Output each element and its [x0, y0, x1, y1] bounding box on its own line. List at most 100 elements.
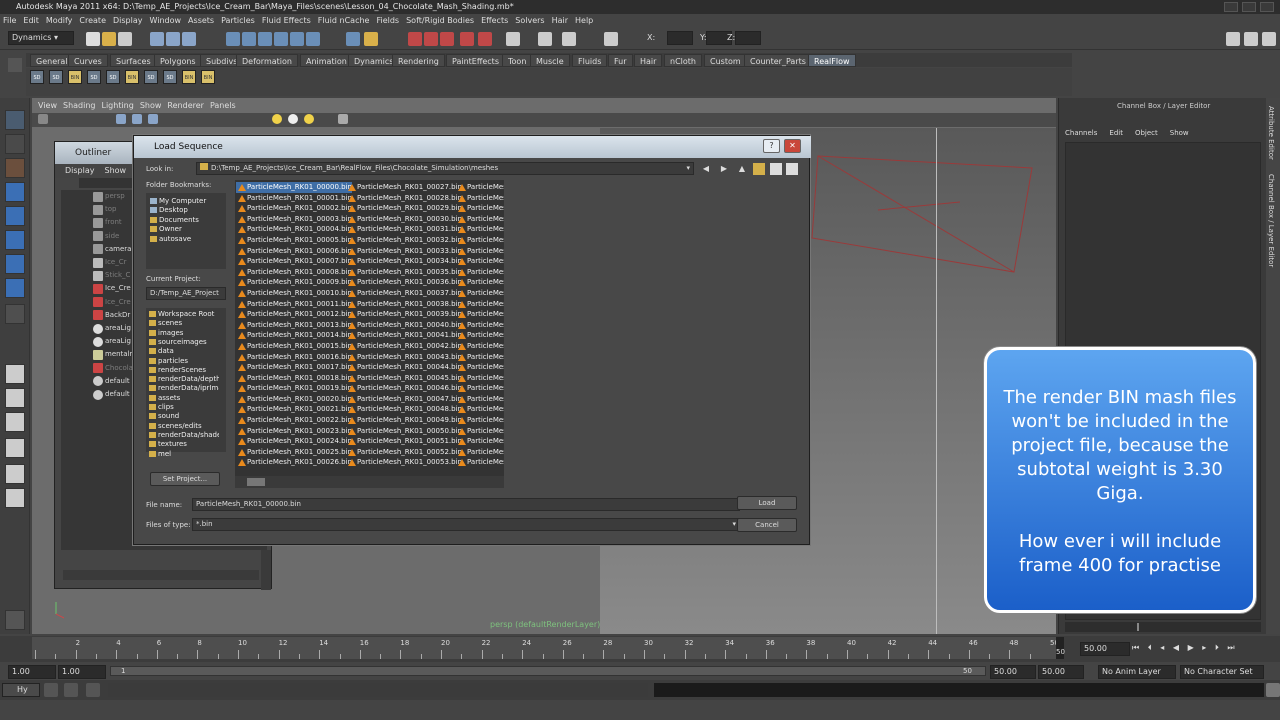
shelf-menu-icon[interactable] [8, 58, 22, 72]
shelf-tab-realflow[interactable]: RealFlow [808, 54, 856, 67]
shelf-tab-counter_parts[interactable]: Counter_Parts [744, 54, 812, 67]
menu-effects[interactable]: Effects [481, 16, 508, 25]
outliner-row[interactable]: persp [105, 190, 125, 203]
file-item[interactable]: ParticleMesh_RK01_00047.bin [346, 394, 462, 405]
file-item[interactable]: ParticleMes [456, 267, 504, 278]
file-item[interactable]: ParticleMesh_RK01_00051.bin [346, 436, 462, 447]
shelf-tab-curves[interactable]: Curves [68, 54, 108, 67]
file-item[interactable]: ParticleMesh_RK01_00009.bin [236, 277, 352, 288]
menu-fields[interactable]: Fields [376, 16, 399, 25]
file-item[interactable]: ParticleMesh_RK01_00042.bin [346, 341, 462, 352]
bookmark-item[interactable]: Desktop [150, 206, 188, 215]
file-item[interactable]: ParticleMesh_RK01_00024.bin [236, 436, 352, 447]
file-item[interactable]: ParticleMes [456, 182, 504, 193]
construction-history-icon[interactable] [306, 32, 320, 46]
project-folder-item[interactable]: sourceimages [149, 338, 219, 347]
file-item[interactable]: ParticleMesh_RK01_00034.bin [346, 256, 462, 267]
file-item[interactable]: ParticleMesh_RK01_00012.bin [236, 309, 352, 320]
file-item[interactable]: ParticleMesh_RK01_00004.bin [236, 224, 352, 235]
shelf-tab-muscle[interactable]: Muscle [530, 54, 570, 67]
file-item[interactable]: ParticleMesh_RK01_00008.bin [236, 267, 352, 278]
project-folder-item[interactable]: data [149, 347, 219, 356]
file-item[interactable]: ParticleMesh_RK01_00003.bin [236, 214, 352, 225]
select-tool-icon[interactable] [5, 110, 25, 130]
file-list-hscrollbar[interactable] [235, 476, 504, 488]
four-view-layout-icon[interactable] [5, 388, 25, 408]
file-item[interactable]: ParticleMes [456, 415, 504, 426]
single-perspective-layout-icon[interactable] [5, 364, 25, 384]
project-folder-item[interactable]: mel [149, 450, 219, 459]
shelf-tab-custom[interactable]: Custom [704, 54, 747, 67]
menu-file[interactable]: File [3, 16, 16, 25]
attribute-editor-toggle-icon[interactable] [1226, 32, 1240, 46]
forward-arrow-icon[interactable]: ▶ [718, 163, 730, 175]
select-object-icon[interactable] [166, 32, 180, 46]
file-item[interactable]: ParticleMesh_RK01_00023.bin [236, 426, 352, 437]
isolate-select-icon[interactable] [338, 114, 348, 124]
shadows-icon[interactable] [304, 114, 314, 124]
snap-point-icon[interactable] [258, 32, 272, 46]
file-item[interactable]: ParticleMesh_RK01_00035.bin [346, 267, 462, 278]
project-folder-item[interactable]: renderScenes [149, 366, 219, 375]
files-of-type-select[interactable]: *.bin ▾ [192, 518, 740, 531]
look-in-select[interactable]: D:\Temp_AE_Projects\Ice_Cream_Bar\RealFl… [196, 162, 694, 175]
play-forward-icon[interactable]: ▶ [1188, 643, 1194, 652]
textured-icon[interactable] [148, 114, 158, 124]
shelf-realflow-bin-icon[interactable]: BIN [125, 70, 139, 84]
file-name-field[interactable]: ParticleMesh_RK01_00000.bin [192, 498, 740, 511]
outliner-row[interactable]: Stick_C [105, 269, 130, 282]
file-item[interactable]: ParticleMesh_RK01_00046.bin [346, 383, 462, 394]
shelf-tab-surfaces[interactable]: Surfaces [110, 54, 157, 67]
go-to-start-icon[interactable]: ⏮ [1132, 643, 1139, 652]
outliner-row[interactable]: front [105, 216, 122, 229]
outliner-hscrollbar[interactable] [63, 570, 259, 580]
play-back-icon[interactable]: ◀ [1173, 643, 1179, 652]
file-item[interactable]: ParticleMesh_RK01_00032.bin [346, 235, 462, 246]
menu-edit[interactable]: Edit [23, 16, 39, 25]
open-scene-icon[interactable] [102, 32, 116, 46]
menu-assets[interactable]: Assets [188, 16, 214, 25]
file-item[interactable]: ParticleMes [456, 235, 504, 246]
file-item[interactable]: ParticleMesh_RK01_00037.bin [346, 288, 462, 299]
bookmark-item[interactable]: My Computer [150, 197, 206, 206]
file-item[interactable]: ParticleMesh_RK01_00026.bin [236, 457, 352, 468]
bookmark-item[interactable]: Documents [150, 216, 199, 225]
menu-window[interactable]: Window [150, 16, 182, 25]
help-icon[interactable] [346, 32, 360, 46]
file-item[interactable]: ParticleMesh_RK01_00040.bin [346, 320, 462, 331]
render-current-icon[interactable] [408, 32, 422, 46]
anim-layer-select[interactable]: No Anim Layer [1098, 665, 1176, 679]
outliner-menu-show[interactable]: Show [105, 166, 127, 175]
close-window-button[interactable] [1260, 2, 1274, 12]
file-item[interactable]: ParticleMesh_RK01_00048.bin [346, 404, 462, 415]
scale-tool-icon[interactable] [5, 230, 25, 250]
cancel-button[interactable]: Cancel [737, 518, 797, 532]
shelf-realflow-sd-icon[interactable]: SD [87, 70, 101, 84]
project-folder-item[interactable]: assets [149, 394, 219, 403]
minimize-button[interactable] [1224, 2, 1238, 12]
select-camera-icon[interactable] [38, 114, 48, 124]
range-start-field[interactable]: 1.00 [58, 665, 106, 679]
new-scene-icon[interactable] [86, 32, 100, 46]
z-field[interactable] [735, 31, 761, 45]
file-item[interactable]: ParticleMesh_RK01_00006.bin [236, 246, 352, 257]
shelf-realflow-sd-icon[interactable]: SD [144, 70, 158, 84]
outliner-row[interactable]: camera [105, 243, 131, 256]
menu-set-select[interactable]: Dynamics ▾ [8, 31, 74, 45]
file-item[interactable]: ParticleMes [456, 246, 504, 257]
file-item[interactable]: ParticleMesh_RK01_00021.bin [236, 404, 352, 415]
step-forward-icon[interactable]: ⏵ [1215, 643, 1219, 652]
file-item[interactable]: ParticleMesh_RK01_00025.bin [236, 447, 352, 458]
input-line-icon[interactable] [506, 32, 520, 46]
attribute-editor-tab[interactable]: Attribute Editor [1267, 106, 1275, 160]
menu-display[interactable]: Display [113, 16, 143, 25]
lock-icon[interactable] [364, 32, 378, 46]
range-slider-bar[interactable]: 1 50 [110, 666, 986, 676]
script-editor-icon[interactable] [1266, 683, 1280, 697]
file-item[interactable]: ParticleMesh_RK01_00045.bin [346, 373, 462, 384]
last-tool-icon[interactable] [5, 304, 25, 324]
load-button[interactable]: Load [737, 496, 797, 510]
file-item[interactable]: ParticleMesh_RK01_00002.bin [236, 203, 352, 214]
list-view-icon[interactable] [770, 163, 782, 175]
project-folder-item[interactable]: images [149, 329, 219, 338]
